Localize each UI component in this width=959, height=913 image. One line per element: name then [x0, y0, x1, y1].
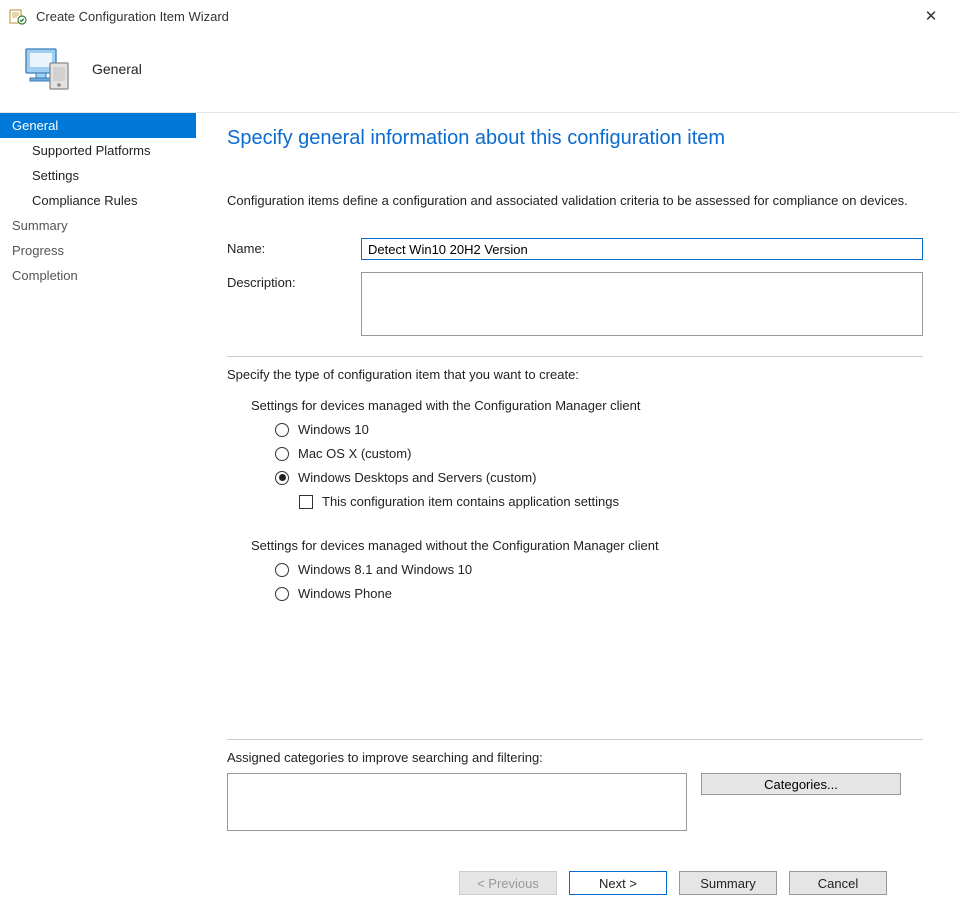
- cancel-button[interactable]: Cancel: [789, 871, 887, 895]
- header: General: [0, 32, 959, 112]
- main-panel: Specify general information about this c…: [197, 113, 959, 913]
- header-icon: [20, 45, 72, 93]
- sidebar-item-general[interactable]: General: [0, 113, 196, 138]
- radio-windows-10[interactable]: Windows 10: [275, 422, 923, 437]
- radio-icon: [275, 563, 289, 577]
- radio-icon: [275, 447, 289, 461]
- sidebar-item-progress[interactable]: Progress: [0, 238, 196, 263]
- radio-icon: [275, 423, 289, 437]
- sidebar-item-summary[interactable]: Summary: [0, 213, 196, 238]
- sidebar-item-completion[interactable]: Completion: [0, 263, 196, 288]
- divider: [227, 739, 923, 740]
- sidebar-item-supported-platforms[interactable]: Supported Platforms: [0, 138, 196, 163]
- radio-label: Windows Phone: [298, 586, 392, 601]
- close-icon[interactable]: ✕: [911, 7, 951, 25]
- title-bar: Create Configuration Item Wizard ✕: [0, 0, 959, 32]
- footer-buttons: < Previous Next > Summary Cancel: [227, 855, 923, 913]
- checkbox-app-settings[interactable]: This configuration item contains applica…: [299, 494, 923, 509]
- description-input[interactable]: [361, 272, 923, 336]
- type-section-label: Specify the type of configuration item t…: [227, 367, 923, 382]
- radio-windows-desktops-servers[interactable]: Windows Desktops and Servers (custom): [275, 470, 923, 485]
- next-button[interactable]: Next >: [569, 871, 667, 895]
- categories-button[interactable]: Categories...: [701, 773, 901, 795]
- app-icon: [8, 6, 28, 26]
- window-title: Create Configuration Item Wizard: [36, 9, 911, 24]
- radio-label: Windows 10: [298, 422, 369, 437]
- previous-button: < Previous: [459, 871, 557, 895]
- summary-button[interactable]: Summary: [679, 871, 777, 895]
- radio-label: Mac OS X (custom): [298, 446, 411, 461]
- description-label: Description:: [227, 272, 361, 290]
- name-input[interactable]: [361, 238, 923, 260]
- header-label: General: [92, 61, 142, 77]
- sidebar-item-compliance-rules[interactable]: Compliance Rules: [0, 188, 196, 213]
- name-label: Name:: [227, 238, 361, 256]
- radio-windows-81-10[interactable]: Windows 8.1 and Windows 10: [275, 562, 923, 577]
- group-without-client-label: Settings for devices managed without the…: [251, 538, 923, 553]
- divider: [227, 356, 923, 357]
- radio-windows-phone[interactable]: Windows Phone: [275, 586, 923, 601]
- radio-macosx[interactable]: Mac OS X (custom): [275, 446, 923, 461]
- intro-text: Configuration items define a configurati…: [227, 192, 923, 210]
- checkbox-icon: [299, 495, 313, 509]
- radio-icon: [275, 587, 289, 601]
- sidebar-item-settings[interactable]: Settings: [0, 163, 196, 188]
- checkbox-label: This configuration item contains applica…: [322, 494, 619, 509]
- categories-label: Assigned categories to improve searching…: [227, 750, 923, 765]
- categories-list[interactable]: [227, 773, 687, 831]
- radio-icon: [275, 471, 289, 485]
- group-with-client-label: Settings for devices managed with the Co…: [251, 398, 923, 413]
- page-title: Specify general information about this c…: [227, 127, 923, 150]
- radio-label: Windows 8.1 and Windows 10: [298, 562, 472, 577]
- sidebar: General Supported Platforms Settings Com…: [0, 113, 197, 913]
- radio-label: Windows Desktops and Servers (custom): [298, 470, 536, 485]
